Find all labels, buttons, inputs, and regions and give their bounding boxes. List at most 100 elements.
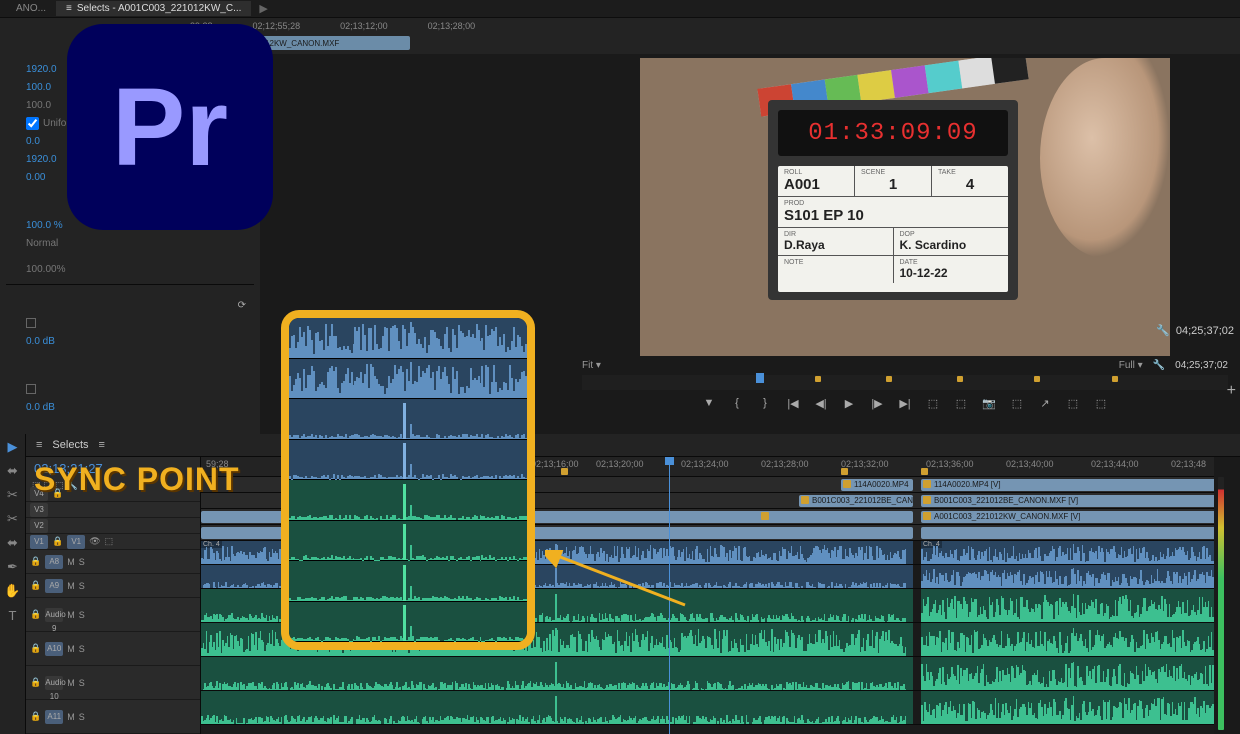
settings-button[interactable]: ⬚ <box>1094 396 1108 410</box>
eye-icon[interactable]: 👁 <box>89 536 100 547</box>
extract-button[interactable]: ⬚ <box>954 396 968 410</box>
blend-mode[interactable]: Normal <box>26 238 58 249</box>
program-scrubber[interactable] <box>582 375 1228 390</box>
solo-button[interactable]: S <box>79 557 85 567</box>
level-db[interactable]: 0.0 dB <box>26 336 55 347</box>
type-tool[interactable]: T <box>4 606 22 624</box>
track-a11[interactable]: A11 <box>45 710 63 724</box>
comparison-button[interactable]: ⬚ <box>1010 396 1024 410</box>
program-preview[interactable]: 01:33:09:09 ROLLA001 SCENE1 TAKE4 PRODS1… <box>640 58 1170 356</box>
arrow-annotation <box>545 550 695 610</box>
panel-menu-icon[interactable]: ≡ <box>36 439 42 451</box>
wrench-icon[interactable]: 🔧 <box>1153 360 1165 371</box>
marker[interactable] <box>561 468 568 475</box>
level-db-2[interactable]: 0.0 dB <box>26 402 55 413</box>
go-to-out-button[interactable]: ▶| <box>898 396 912 410</box>
source-tab-2[interactable]: ≡ Selects - A001C003_221012KW_C... <box>56 1 251 16</box>
antiflicker-value[interactable]: 0.00 <box>26 172 45 183</box>
selection-tool[interactable]: ▶ <box>4 438 22 456</box>
opacity-value[interactable]: 100.0 % <box>26 220 63 231</box>
scale-value[interactable]: 100.0 <box>26 82 51 93</box>
pen-tool[interactable]: ✒ <box>4 558 22 576</box>
track-v1-source[interactable]: V1 <box>30 535 48 549</box>
bypass-box-2[interactable] <box>26 384 36 394</box>
audio-clip[interactable] <box>201 657 913 690</box>
track-select-tool[interactable]: ⬌ <box>4 462 22 480</box>
scale-width-value: 100.0 <box>26 100 51 111</box>
export-button[interactable]: ↗ <box>1038 396 1052 410</box>
video-clip[interactable]: 114A0020.MP4 [V] <box>841 479 913 491</box>
source-tab-bar: ANO... ≡ Selects - A001C003_221012KW_C..… <box>0 0 1240 18</box>
duration-timecode: 04;25;37;02 <box>1175 360 1228 371</box>
scrub-playhead[interactable] <box>756 373 764 383</box>
track-a9b[interactable]: Audio 9 <box>45 608 63 622</box>
source-tab-1[interactable]: ANO... <box>6 1 56 16</box>
track-a10b[interactable]: Audio 10 <box>45 676 63 690</box>
safe-margins-button[interactable]: ⬚ <box>1066 396 1080 410</box>
track-a11-lane[interactable] <box>201 691 1214 725</box>
track-a8-target[interactable]: A8 <box>45 555 63 569</box>
hand-tool[interactable]: ✋ <box>4 582 22 600</box>
add-button[interactable]: + <box>1227 382 1236 400</box>
lift-button[interactable]: ⬚ <box>926 396 940 410</box>
sequence-tab[interactable]: Selects <box>52 439 88 451</box>
clapperboard: 01:33:09:09 ROLLA001 SCENE1 TAKE4 PRODS1… <box>748 78 1033 308</box>
audio-meters <box>1214 457 1240 734</box>
mark-in-button[interactable]: { <box>730 396 744 410</box>
chevron-down-icon: ▾ <box>596 360 601 371</box>
audio-clip[interactable] <box>921 657 1214 690</box>
marker[interactable] <box>841 468 848 475</box>
mute-button[interactable]: M <box>67 557 75 567</box>
transport-controls: ▼ { } |◀ ◀| ▶ |▶ ▶| ⬚ ⬚ 📷 ⬚ ↗ ⬚ ⬚ <box>570 390 1240 416</box>
premiere-pro-logo: Pr <box>67 24 273 230</box>
audio-clip[interactable] <box>921 691 1214 724</box>
uniform-scale-checkbox[interactable] <box>26 117 39 130</box>
full-dropdown[interactable]: Full ▾ <box>1119 360 1143 371</box>
position-value[interactable]: 1920.0 <box>26 64 57 75</box>
step-forward-button[interactable]: |▶ <box>870 396 884 410</box>
bypass-icon[interactable]: ⟳ <box>238 300 246 311</box>
track-a10[interactable]: A10 <box>45 642 63 656</box>
play-button[interactable]: ▶ <box>842 396 856 410</box>
track-headers: 02;13;21;27 ⬚ ⬚ ⬚ 🔧 V4🔒 V3 V2 V1 🔒 V1 👁 … <box>26 457 201 734</box>
audio-clip[interactable] <box>921 623 1214 656</box>
bypass-box[interactable] <box>26 318 36 328</box>
program-info-bar: 🔧 04;25;37;02 <box>1156 324 1234 337</box>
audio-clip[interactable] <box>201 691 913 724</box>
rotation-value[interactable]: 0.0 <box>26 136 40 147</box>
slate-timecode: 01:33:09:09 <box>778 110 1008 156</box>
play-icon: ▶ <box>259 2 267 15</box>
speed-value[interactable]: 100.00% <box>26 264 65 275</box>
video-clip[interactable]: 114A0020.MP4 [V] <box>921 479 1214 491</box>
sync-point-label: SYNC POINT <box>34 461 240 498</box>
razor-tool[interactable]: ✂ <box>4 510 22 528</box>
add-marker-button[interactable]: ▼ <box>702 396 716 410</box>
marker[interactable] <box>921 468 928 475</box>
export-frame-button[interactable]: 📷 <box>982 396 996 410</box>
fit-dropdown[interactable]: Fit ▾ <box>582 360 601 371</box>
wrench-icon[interactable]: 🔧 <box>1156 324 1170 337</box>
video-clip[interactable] <box>921 527 1214 539</box>
step-back-button[interactable]: ◀| <box>814 396 828 410</box>
slip-tool[interactable]: ⬌ <box>4 534 22 552</box>
anchor-value[interactable]: 1920.0 <box>26 154 57 165</box>
hand-in-frame <box>1040 58 1170 258</box>
video-clip[interactable]: A001C003_221012KW_CANON.MXF [V] <box>921 511 1214 523</box>
video-clip[interactable]: B001C003_221012BE_CANON.MXF [V] <box>921 495 1214 507</box>
track-v3-target[interactable]: V3 <box>30 503 48 517</box>
sync-point-callout <box>281 310 535 650</box>
go-to-in-button[interactable]: |◀ <box>786 396 800 410</box>
track-v1-target[interactable]: V1 <box>67 535 85 549</box>
ripple-edit-tool[interactable]: ✂ <box>4 486 22 504</box>
tool-palette: ▶ ⬌ ✂ ✂ ⬌ ✒ ✋ T <box>0 434 26 734</box>
panel-menu[interactable]: ≡ <box>99 439 105 451</box>
audio-clip[interactable]: Ch. 4 <box>921 541 1214 564</box>
track-v2-target[interactable]: V2 <box>30 519 48 533</box>
track-a10b-lane[interactable] <box>201 657 1214 691</box>
audio-clip[interactable] <box>921 565 1214 588</box>
video-clip[interactable]: B001C003_221012BE_CANON.MXF [V] <box>799 495 913 507</box>
audio-clip[interactable] <box>921 589 1214 622</box>
sync-lock-icon[interactable]: ⬚ <box>105 536 114 547</box>
track-a9-target[interactable]: A9 <box>45 579 63 593</box>
mark-out-button[interactable]: } <box>758 396 772 410</box>
